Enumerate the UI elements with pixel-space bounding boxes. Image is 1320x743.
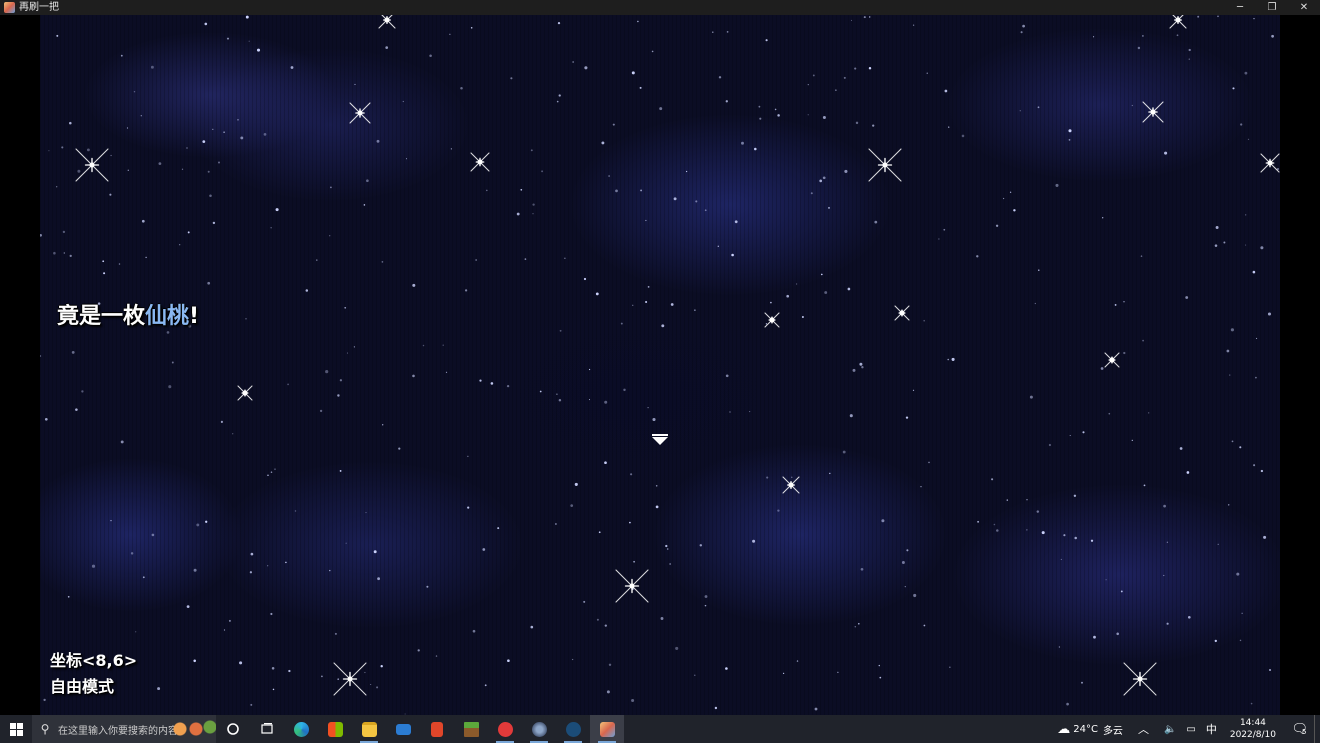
minimize-button[interactable]: ─ [1224,0,1256,15]
window-controls: ─ ❐ ✕ [1224,0,1320,15]
notification-count: 5 [1302,728,1307,736]
app-icon[interactable] [522,715,556,743]
search-highlight-icon [170,717,216,741]
starfield-background [40,15,1280,715]
mode-label: 自由模式 [50,677,115,696]
dialog-suffix: ! [189,304,200,329]
netease-music-icon[interactable] [488,715,522,743]
office-icon[interactable] [420,715,454,743]
cloud-icon: ☁ [1057,721,1071,737]
taskbar-search-box[interactable]: ⚲ 在这里输入你要搜索的内容 [32,715,216,743]
clock-time: 14:44 [1239,718,1266,728]
task-view-icon[interactable] [250,715,284,743]
game-app-icon-taskbar[interactable] [590,715,624,743]
stars-layer [40,15,1280,715]
file-explorer-icon[interactable] [352,715,386,743]
clock-date: 2022/8/10 [1229,730,1276,740]
cortana-icon[interactable] [216,715,250,743]
coordinates-label: 坐标<8,6> [50,651,138,670]
minecraft-icon[interactable] [454,715,488,743]
dialog-prefix: 竟是一枚 [57,304,146,329]
network-icon[interactable]: ▭ [1181,724,1200,735]
input-method-indicator[interactable]: 中 [1201,721,1222,737]
windows-logo-icon [9,722,23,736]
window-titlebar[interactable]: 再刷一把 ─ ❐ ✕ [0,0,1320,15]
close-button[interactable]: ✕ [1288,0,1320,15]
notification-center-button[interactable]: 🗨 5 [1284,715,1314,743]
edge-icon[interactable] [284,715,318,743]
restore-button[interactable]: ❐ [1256,0,1288,15]
mail-icon[interactable] [386,715,420,743]
taskbar: ⚲ 在这里输入你要搜索的内容 ☁ 24°C 多云 ︿ 🔈 ▭ 中 14:44 2… [0,715,1320,743]
steam-icon[interactable] [556,715,590,743]
weather-widget[interactable]: ☁ 24°C 多云 [1052,722,1128,737]
weather-desc: 多云 [1102,725,1123,737]
speaker-icon[interactable]: 🔈 [1159,724,1181,735]
clock[interactable]: 14:44 2022/8/10 [1222,717,1284,741]
window-title: 再刷一把 [19,2,59,13]
search-icon: ⚲ [40,722,50,736]
game-viewport[interactable]: 竟是一枚仙桃! 坐标<8,6> 自由模式 [0,15,1320,715]
game-app-icon [4,2,15,13]
dialog-highlight: 仙桃 [145,304,190,329]
start-button[interactable] [0,715,32,743]
system-tray: ☁ 24°C 多云 ︿ 🔈 ▭ 中 14:44 2022/8/10 🗨 5 [1052,715,1320,743]
chevron-up-icon[interactable]: ︿ [1128,721,1159,737]
triangle-down-icon[interactable] [652,434,668,445]
weather-temp: 24°C [1073,723,1098,735]
search-placeholder: 在这里输入你要搜索的内容 [58,725,178,737]
show-desktop-button[interactable] [1314,715,1320,743]
dialog-message: 竟是一枚仙桃! [57,298,199,330]
store-icon[interactable] [318,715,352,743]
